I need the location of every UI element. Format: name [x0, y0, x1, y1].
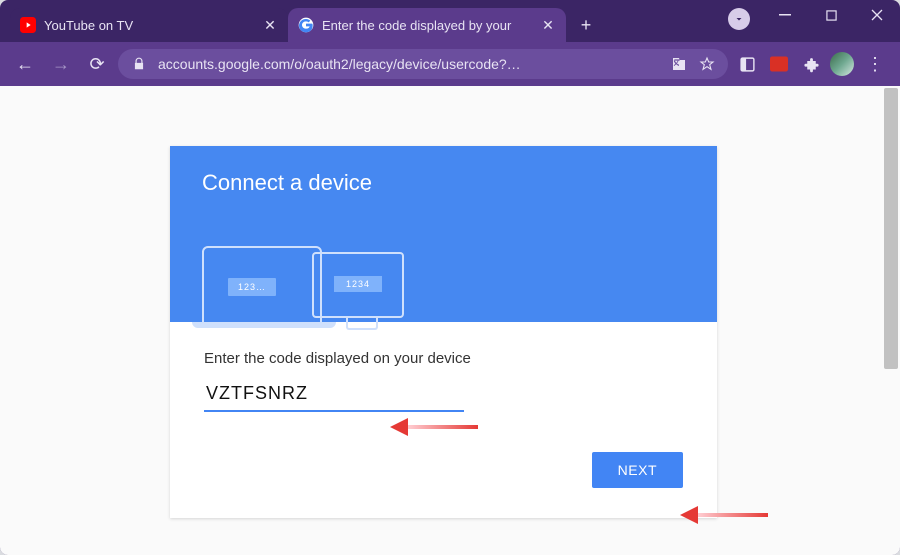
- extension-red-icon[interactable]: [766, 51, 792, 77]
- annotation-arrow-input: [390, 420, 478, 434]
- close-icon[interactable]: ✕: [540, 17, 556, 33]
- vertical-scrollbar[interactable]: [884, 88, 898, 369]
- card-header: Connect a device 1234 123…: [170, 146, 717, 322]
- google-icon: [298, 17, 314, 33]
- page-title: Connect a device: [202, 170, 685, 196]
- translate-icon[interactable]: [670, 55, 688, 73]
- side-panel-icon[interactable]: [734, 51, 760, 77]
- monitor-icon: 1234: [312, 252, 404, 318]
- devices-illustration: 1234 123…: [202, 214, 402, 324]
- page-viewport: Connect a device 1234 123… Enter the cod…: [0, 86, 900, 555]
- monitor-code: 1234: [334, 276, 382, 292]
- star-icon[interactable]: [698, 55, 716, 73]
- window-close-button[interactable]: [854, 0, 900, 30]
- code-input-label: Enter the code displayed on your device: [204, 350, 683, 367]
- tab-strip: YouTube on TV ✕ Enter the code displayed…: [0, 0, 900, 42]
- lock-icon: [130, 55, 148, 73]
- tab-search-button[interactable]: [728, 8, 750, 30]
- maximize-button[interactable]: [808, 0, 854, 30]
- url-text: accounts.google.com/o/oauth2/legacy/devi…: [158, 56, 660, 72]
- laptop-code: 123…: [228, 278, 276, 296]
- tab-google-device[interactable]: Enter the code displayed by your ✕: [288, 8, 566, 42]
- device-usercode-card: Connect a device 1234 123… Enter the cod…: [170, 146, 717, 518]
- tab-title: Enter the code displayed by your: [322, 18, 532, 33]
- window-controls: [762, 0, 900, 34]
- annotation-arrow-next: [680, 508, 768, 522]
- back-button[interactable]: ←: [10, 49, 40, 79]
- new-tab-button[interactable]: +: [572, 11, 600, 39]
- reload-button[interactable]: ⟳: [82, 49, 112, 79]
- close-icon[interactable]: ✕: [262, 17, 278, 33]
- tab-title: YouTube on TV: [44, 18, 254, 33]
- tab-youtube[interactable]: YouTube on TV ✕: [10, 8, 288, 42]
- kebab-menu[interactable]: ⋮: [860, 49, 890, 79]
- minimize-button[interactable]: [762, 0, 808, 30]
- address-bar[interactable]: accounts.google.com/o/oauth2/legacy/devi…: [118, 49, 728, 79]
- youtube-icon: [20, 17, 36, 33]
- browser-toolbar: ← → ⟳ accounts.google.com/o/oauth2/legac…: [0, 42, 900, 86]
- laptop-icon: 123…: [202, 246, 322, 324]
- forward-button[interactable]: →: [46, 49, 76, 79]
- device-code-input[interactable]: [204, 379, 464, 412]
- extensions-puzzle-icon[interactable]: [798, 51, 824, 77]
- next-button[interactable]: NEXT: [592, 452, 683, 488]
- profile-avatar[interactable]: [830, 52, 854, 76]
